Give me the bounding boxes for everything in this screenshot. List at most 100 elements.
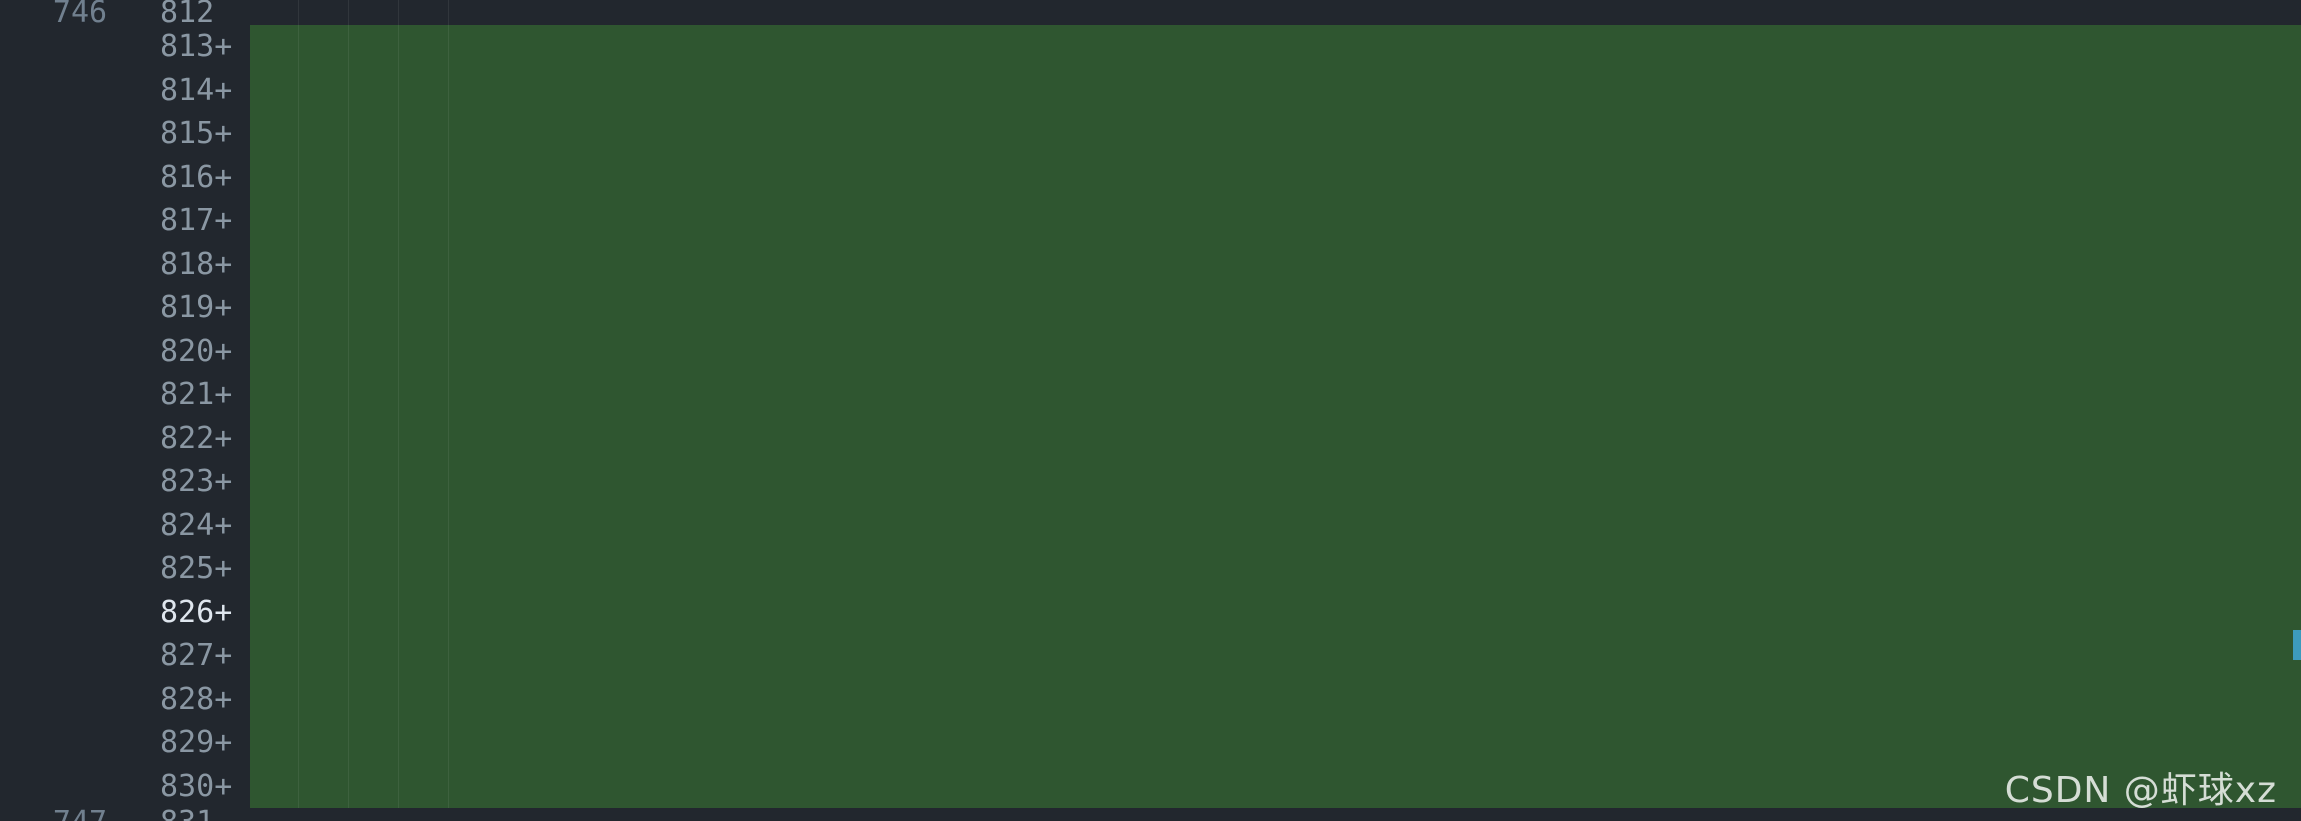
- new-line-number: 815: [160, 116, 215, 151]
- indent-guides: [250, 112, 2301, 156]
- diff-row-819[interactable]: 819 + win32_debug_time_marker DebugTimeM…: [0, 286, 2301, 330]
- code-cell-816[interactable]: [250, 155, 2301, 199]
- line-number-gutter-820[interactable]: 820 +: [0, 329, 250, 373]
- code-cell-815[interactable]: int DebugTimeMarkerIndex = 0;: [250, 112, 2301, 156]
- code-cell-829[interactable]: bool32 SoundIsValid = false;: [250, 721, 2301, 765]
- line-number-gutter-812[interactable]: 746 812: [0, 0, 250, 30]
- new-line-number: 812: [160, 0, 215, 30]
- diff-row-820[interactable]: 820 +: [0, 329, 2301, 373]
- code-cell-824[interactable]: [250, 503, 2301, 547]
- new-line-number: 829: [160, 725, 215, 760]
- indent-guides: [250, 677, 2301, 721]
- diff-row-821[interactable]: 821 + // TODO: 特别处理启动时的初始化逻辑: [0, 373, 2301, 417]
- new-line-number: 818: [160, 246, 215, 282]
- diff-row-814[interactable]: 814 + // 调试时间标记索引初始化为 0: [0, 68, 2301, 112]
- new-line-number: 830: [160, 768, 215, 804]
- new-line-number: 827: [160, 638, 215, 673]
- diff-row-830[interactable]: 830 + #endif: [0, 764, 2301, 808]
- code-cell-817[interactable]: // 初始化一个大小为 GameUpdateHz / 2 的调试时间标记数组,: [250, 199, 2301, 243]
- code-cell-823[interactable]: // 表示在游戏启动时可能需要做一些特殊的初始化操作, 可能是与音频或其他系统组…: [250, 460, 2301, 504]
- diff-row-823[interactable]: 823 + // 表示在游戏启动时可能需要做一些特殊的初始化操作, 可能是与音频…: [0, 460, 2301, 504]
- new-line-number: 819: [160, 290, 215, 325]
- diff-row-817[interactable]: 817 + // 初始化一个大小为 GameUpdateHz / 2 的调试时间…: [0, 199, 2301, 243]
- new-line-number: 828: [160, 681, 215, 717]
- line-number-gutter-815[interactable]: 815 +: [0, 112, 250, 156]
- diff-row-818[interactable]: 818 + // 用于存储音频播放和写入光标的时间标记, 数组大小是基于游戏更新…: [0, 242, 2301, 286]
- new-line-number: 813: [160, 29, 215, 64]
- line-number-gutter-817[interactable]: 817 +: [0, 199, 250, 243]
- indent-guides: [250, 373, 2301, 417]
- line-number-gutter-821[interactable]: 821 +: [0, 373, 250, 417]
- line-number-gutter-816[interactable]: 816 +: [0, 155, 250, 199]
- diff-marker: +: [214, 725, 233, 760]
- diff-marker: +: [214, 377, 233, 412]
- scrollbar-change-marker[interactable]: [2293, 630, 2301, 660]
- code-cell-819[interactable]: win32_debug_time_marker DebugTimeMarkers…: [250, 286, 2301, 330]
- line-number-gutter-829[interactable]: 829 +: [0, 721, 250, 765]
- indent-guides: [250, 329, 2301, 373]
- line-number-gutter-826[interactable]: 826 +: [0, 590, 250, 634]
- code-cell-818[interactable]: // 用于存储音频播放和写入光标的时间标记, 数组大小是基于游戏更新频率的一半。: [250, 242, 2301, 286]
- indent-guides: [250, 68, 2301, 112]
- line-number-gutter-825[interactable]: 825 +: [0, 547, 250, 591]
- diff-row-815[interactable]: 815 + int DebugTimeMarkerIndex = 0;: [0, 112, 2301, 156]
- indent-guides: [250, 721, 2301, 765]
- diff-marker: +: [214, 333, 233, 369]
- diff-row-828[interactable]: 828 + // 设置一个标志变量 SoundIsValid, 初始值为 fal…: [0, 677, 2301, 721]
- diff-marker: +: [214, 507, 233, 543]
- diff-row-816[interactable]: 816 +: [0, 155, 2301, 199]
- line-number-gutter-813[interactable]: 813 +: [0, 25, 250, 69]
- diff-marker: +: [214, 638, 233, 673]
- diff-marker: +: [214, 29, 233, 64]
- diff-marker: +: [214, 203, 233, 238]
- code-cell-828[interactable]: // 设置一个标志变量 SoundIsValid, 初始值为 false, 用于…: [250, 677, 2301, 721]
- code-cell-827[interactable]: [250, 634, 2301, 678]
- line-number-gutter-827[interactable]: 827 +: [0, 634, 250, 678]
- code-cell-831[interactable]: [250, 808, 2301, 821]
- new-line-number: 826: [160, 594, 215, 630]
- line-number-gutter-818[interactable]: 818 +: [0, 242, 250, 286]
- indent-guides: [250, 155, 2301, 199]
- indent-guides: [250, 634, 2301, 678]
- diff-row-812[interactable]: 746 812 game_input *OldInput = &Input[1]…: [0, 0, 2301, 30]
- diff-row-826[interactable]: 826 + DWORD LastPlayCursor = 0;: [0, 590, 2301, 634]
- code-cell-813[interactable]: #if GAME_INTERNAL: [250, 25, 2301, 69]
- code-cell-821[interactable]: // TODO: 特别处理启动时的初始化逻辑: [250, 373, 2301, 417]
- new-line-number: 822: [160, 420, 215, 456]
- indent-guides: [250, 0, 2301, 25]
- line-number-gutter-814[interactable]: 814 +: [0, 68, 250, 112]
- diff-row-831[interactable]: 747 831: [0, 808, 2301, 821]
- line-number-gutter-824[interactable]: 824 +: [0, 503, 250, 547]
- diff-marker: +: [214, 768, 233, 804]
- diff-marker: +: [214, 420, 233, 456]
- code-cell-820[interactable]: [250, 329, 2301, 373]
- diff-row-825[interactable]: 825 + // 初始化上次播放光标位置为 0: [0, 547, 2301, 591]
- indent-guides: [250, 764, 2301, 808]
- diff-row-824[interactable]: 824 +: [0, 503, 2301, 547]
- line-number-gutter-831[interactable]: 747 831: [0, 808, 250, 821]
- code-cell-830[interactable]: #endif: [250, 764, 2301, 808]
- code-diff-editor: 746 812 game_input *OldInput = &Input[1]…: [0, 0, 2301, 821]
- indent-guides: [250, 242, 2301, 286]
- code-cell-826[interactable]: DWORD LastPlayCursor = 0;: [250, 590, 2301, 634]
- line-number-gutter-819[interactable]: 819 +: [0, 286, 250, 330]
- diff-row-822[interactable]: 822 + // 这里的 TODO: [0, 416, 2301, 460]
- line-number-gutter-823[interactable]: 823 +: [0, 460, 250, 504]
- diff-row-829[interactable]: 829 + bool32 SoundIsValid = false;: [0, 721, 2301, 765]
- code-cell-814[interactable]: // 调试时间标记索引初始化为 0: [250, 68, 2301, 112]
- line-number-gutter-822[interactable]: 822 +: [0, 416, 250, 460]
- new-line-number: 820: [160, 333, 215, 369]
- code-cell-822[interactable]: // 这里的 TODO: [250, 416, 2301, 460]
- code-cell-812[interactable]: game_input *OldInput = &Input[1];: [250, 0, 2301, 25]
- indent-guides: [250, 286, 2301, 330]
- new-line-number: 831: [107, 808, 214, 821]
- diff-marker: +: [214, 72, 233, 108]
- new-line-number: 821: [160, 377, 215, 412]
- line-number-gutter-830[interactable]: 830 +: [0, 764, 250, 808]
- code-cell-825[interactable]: // 初始化上次播放光标位置为 0: [250, 547, 2301, 591]
- indent-guides: [250, 199, 2301, 243]
- line-number-gutter-828[interactable]: 828 +: [0, 677, 250, 721]
- new-line-number: 817: [160, 203, 215, 238]
- diff-row-813[interactable]: 813 + #if GAME_INTERNAL: [0, 25, 2301, 69]
- diff-row-827[interactable]: 827 +: [0, 634, 2301, 678]
